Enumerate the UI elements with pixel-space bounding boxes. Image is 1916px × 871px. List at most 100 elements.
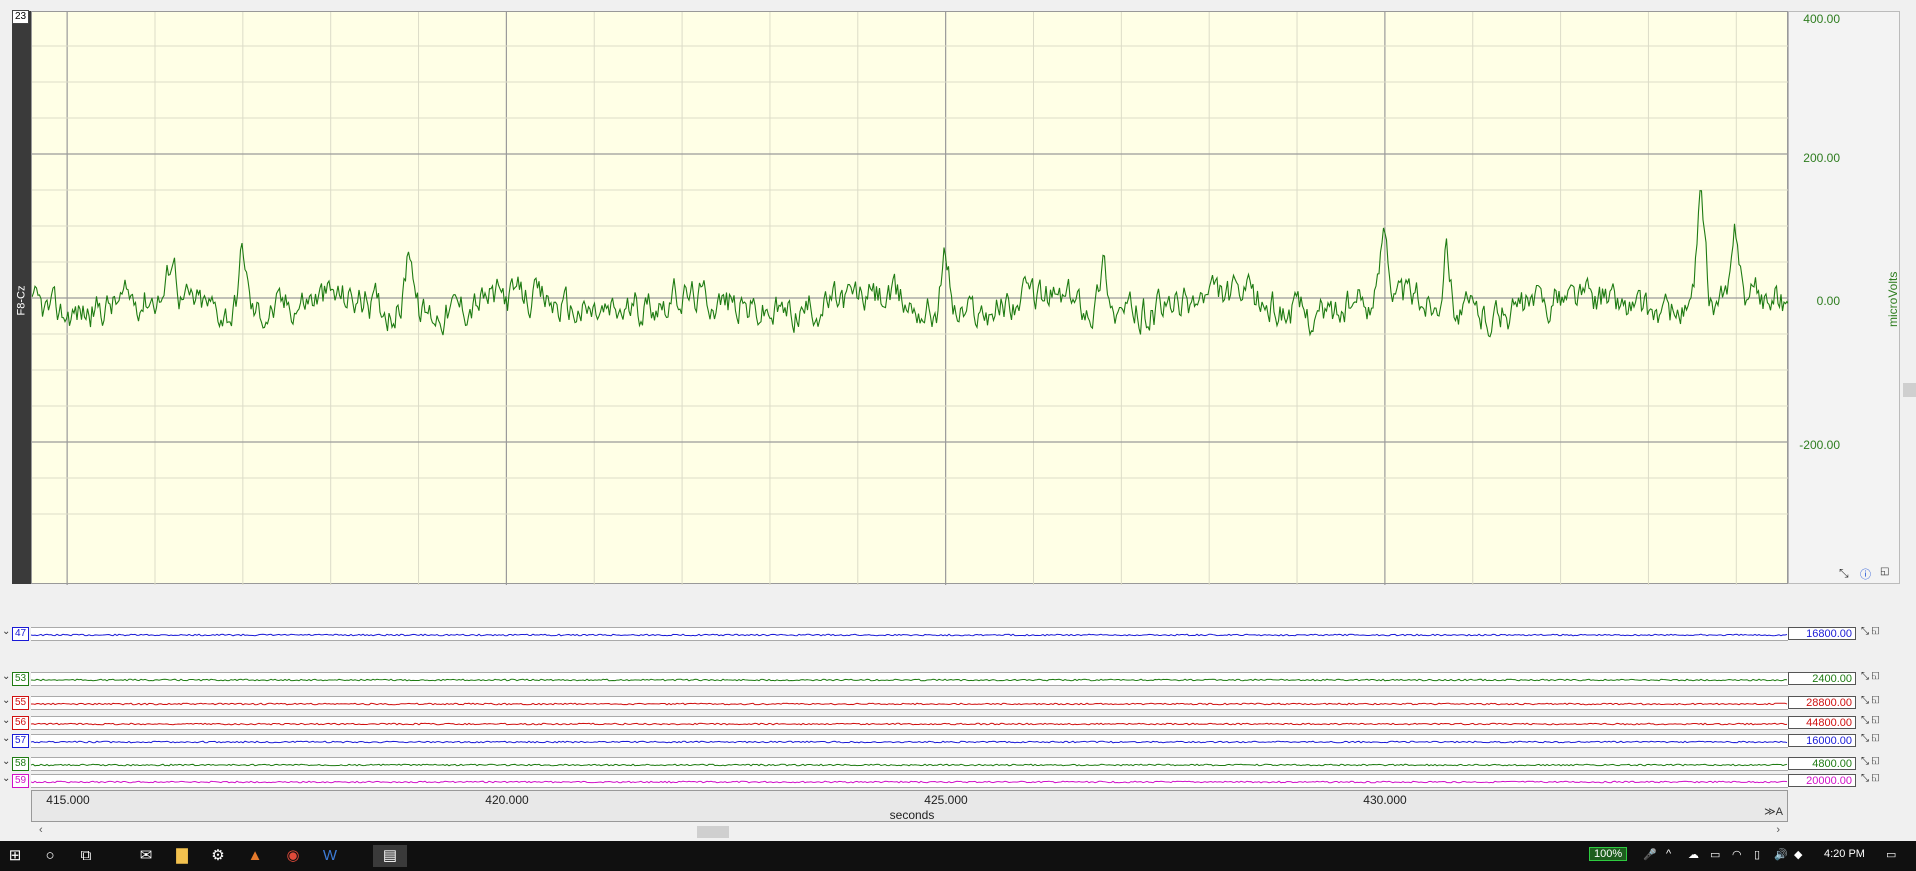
channel-mini-trace-line [30,678,1788,682]
channel-settings-icon[interactable]: ⤡ [1861,756,1869,767]
channel-settings-icon[interactable]: ⤡ [1861,671,1869,682]
microphone-icon[interactable]: 🎤 [1643,848,1657,861]
channel-toolbar: ⤡ ◱ [1861,733,1901,746]
channel-number-badge[interactable]: 58 [12,757,30,771]
channel-collapse-chevron-icon[interactable]: ⌄ [2,695,10,706]
channel-toolbar: ⤡ ◱ [1861,773,1901,786]
channel-mini-track[interactable] [30,716,1788,730]
channel-mini-trace-line [30,633,1788,637]
plot-settings-icon[interactable]: ⤡ [1839,566,1849,581]
y-tick-label: 400.00 [1803,12,1840,26]
x-unit-label: seconds [889,808,935,822]
main-plot-area[interactable] [31,11,1789,585]
channel-number-badge[interactable]: 55 [12,696,30,710]
scroll-thumb[interactable] [697,826,729,838]
start-icon[interactable]: ⊞ [3,845,27,867]
channel-mini-track[interactable] [30,757,1788,771]
network-icon[interactable]: ▯ [1754,848,1760,861]
channel-resize-icon[interactable]: ◱ [1872,671,1880,682]
x-tick-label: 430.000 [1363,793,1407,807]
channel-mini-trace-line [30,763,1788,767]
wifi-icon[interactable]: ◠ [1732,848,1742,861]
channel-number-badge[interactable]: 59 [12,774,30,788]
vertical-scroll-thumb[interactable] [1903,383,1916,397]
x-tick-label: 425.000 [924,793,968,807]
channel-number-badge[interactable]: 47 [12,627,30,641]
file-explorer-icon[interactable]: ▇ [170,845,194,867]
channel-toolbar: ⤡ ◱ [1861,756,1901,769]
channel-collapse-chevron-icon[interactable]: ⌄ [2,733,10,744]
info-icon[interactable]: ⓘ [1860,566,1871,582]
channel-resize-icon[interactable]: ◱ [1872,756,1880,767]
notifications-icon[interactable]: ▭ [1886,848,1896,861]
x-axis: 415.000 420.000 425.000 430.000 seconds … [31,790,1788,822]
channel-settings-icon[interactable]: ⤡ [1861,715,1869,726]
channel-resize-icon[interactable]: ◱ [1872,715,1880,726]
scroll-left-arrow[interactable]: ‹ [39,824,43,836]
channel-collapse-chevron-icon[interactable]: ⌄ [2,773,10,784]
show-hidden-icons-chevron-icon[interactable]: ^ [1666,848,1671,860]
channel-mini-trace [30,780,1788,784]
scroll-right-arrow[interactable]: › [1776,824,1780,836]
matlab-icon[interactable]: ▲ [243,845,267,867]
channel-toolbar: ⤡ ◱ [1861,671,1901,684]
channel-mini-track[interactable] [30,774,1788,788]
channel-settings-icon[interactable]: ⤡ [1861,773,1869,784]
channel-mini-trace-line [30,780,1788,784]
dropbox-icon[interactable]: ◆ [1794,848,1802,861]
channel-scale-value[interactable]: 4800.00 [1788,757,1856,770]
word-icon[interactable]: W [318,845,342,867]
channel-number-badge[interactable]: 23 [12,10,30,24]
chrome-icon[interactable]: ◉ [281,845,305,867]
channel-mini-track[interactable] [30,627,1788,641]
channel-scale-value[interactable]: 28800.00 [1788,696,1856,709]
zoom-indicator[interactable]: 100% [1589,847,1628,861]
channel-mini-trace [30,678,1788,682]
resize-icon[interactable]: ◱ [1880,566,1889,577]
channel-number-badge[interactable]: 57 [12,734,30,748]
cloud-icon[interactable]: ☁ [1688,848,1699,861]
channel-scale-value[interactable]: 16000.00 [1788,734,1856,747]
clock-time[interactable]: 4:20 PM [1824,848,1865,860]
volume-icon[interactable]: 🔊 [1774,848,1788,861]
cortana-icon[interactable]: ○ [38,845,62,867]
y-tick-label: 0.00 [1816,294,1840,308]
channel-mini-track[interactable] [30,672,1788,686]
channel-mini-trace [30,633,1788,637]
labchart-icon[interactable]: ▤ [373,845,407,867]
settings-icon[interactable]: ⚙ [206,845,230,867]
eeg-trace [32,190,1789,338]
channel-mini-trace-line [30,722,1788,726]
eeg-trace-svg [32,12,1789,585]
channel-scale-value[interactable]: 20000.00 [1788,774,1856,787]
channel-collapse-chevron-icon[interactable]: ⌄ [2,756,10,767]
y-tick-label: 200.00 [1803,151,1840,165]
channel-resize-icon[interactable]: ◱ [1872,695,1880,706]
horizontal-scrollbar[interactable]: ‹ › [31,824,1788,840]
channel-settings-icon[interactable]: ⤡ [1861,733,1869,744]
channel-mini-track[interactable] [30,696,1788,710]
channel-scale-value[interactable]: 44800.00 [1788,716,1856,729]
channel-resize-icon[interactable]: ◱ [1872,626,1880,637]
x-tick-label: 415.000 [46,793,90,807]
channel-mini-track[interactable] [30,734,1788,748]
channel-resize-icon[interactable]: ◱ [1872,733,1880,744]
mail-icon[interactable]: ✉ [134,845,158,867]
channel-scale-value[interactable]: 16800.00 [1788,627,1856,640]
channel-collapse-chevron-icon[interactable]: ⌄ [2,626,10,637]
channel-resize-icon[interactable]: ◱ [1872,773,1880,784]
battery-icon[interactable]: ▭ [1710,848,1720,861]
channel-toolbar: ⤡ ◱ [1861,715,1901,728]
font-size-icon[interactable]: ≫A [1764,805,1783,818]
channel-settings-icon[interactable]: ⤡ [1861,695,1869,706]
channel-settings-icon[interactable]: ⤡ [1861,626,1869,637]
channel-collapse-chevron-icon[interactable]: ⌄ [2,671,10,682]
channel-toolbar: ⤡ ◱ [1861,626,1901,639]
channel-number-badge[interactable]: 53 [12,672,30,686]
channel-number-badge[interactable]: 56 [12,716,30,730]
channel-collapse-chevron-icon[interactable]: ⌄ [2,715,10,726]
task-view-icon[interactable]: ⧉ [74,845,98,867]
y-unit-label: microVolts [1886,271,1900,327]
channel-mini-trace [30,763,1788,767]
channel-scale-value[interactable]: 2400.00 [1788,672,1856,685]
